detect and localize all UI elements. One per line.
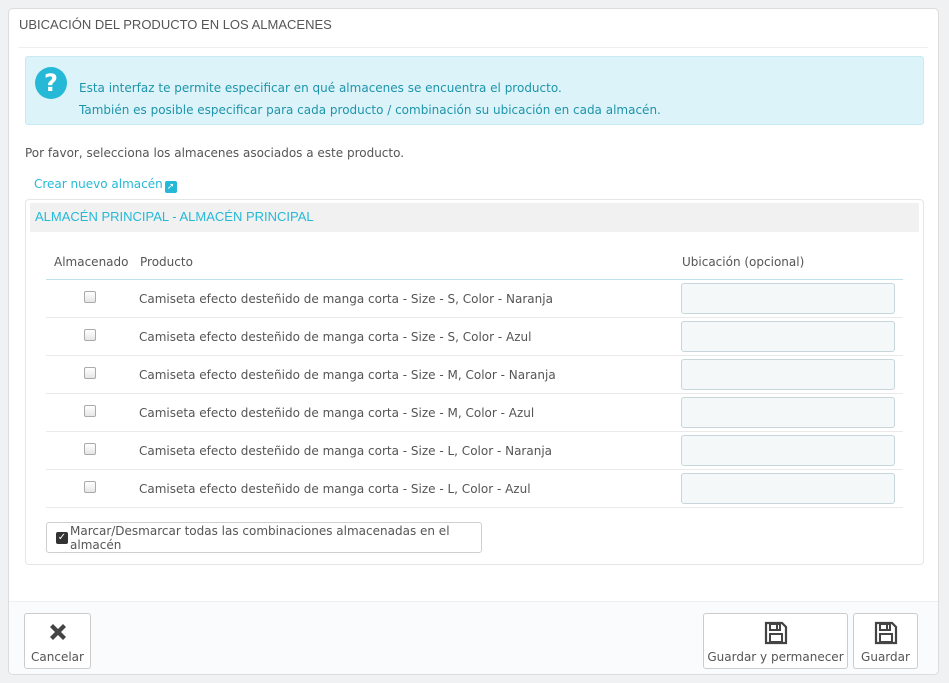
location-input[interactable] (681, 321, 895, 352)
product-name: Camiseta efecto desteñido de manga corta… (139, 406, 535, 420)
stored-checkbox[interactable] (84, 405, 96, 417)
alert-line-2: También es posible especificar para cada… (79, 103, 661, 117)
floppy-disk-icon (854, 621, 917, 648)
external-link-icon: ➚ (164, 181, 177, 193)
product-name: Camiseta efecto desteñido de manga corta… (139, 482, 531, 496)
table-row: Camiseta efecto desteñido de manga corta… (46, 432, 903, 470)
floppy-disk-icon (704, 621, 847, 648)
form-footer: Cancelar Guardar y permanecer Guardar (9, 601, 938, 674)
location-input[interactable] (681, 359, 895, 390)
stored-checkbox[interactable] (84, 367, 96, 379)
stored-checkbox[interactable] (84, 291, 96, 303)
check-square-icon: ✓ (56, 532, 68, 544)
product-name: Camiseta efecto desteñido de manga corta… (139, 292, 553, 306)
column-location: Ubicación (opcional) (682, 255, 805, 269)
table-row: Camiseta efecto desteñido de manga corta… (46, 318, 903, 356)
warehouse-panel: ALMACÉN PRINCIPAL - ALMACÉN PRINCIPAL Al… (25, 199, 924, 565)
toggle-all-label: Marcar/Desmarcar todas las combinaciones… (70, 523, 450, 552)
info-alert: ? Esta interfaz te permite especificar e… (25, 56, 924, 125)
create-warehouse-label: Crear nuevo almacén (34, 177, 163, 191)
warehouse-title: ALMACÉN PRINCIPAL - ALMACÉN PRINCIPAL (30, 203, 919, 232)
location-input[interactable] (681, 397, 895, 428)
intro-text: Por favor, selecciona los almacenes asoc… (25, 146, 405, 160)
location-input[interactable] (681, 435, 895, 466)
stored-checkbox[interactable] (84, 329, 96, 341)
cancel-button[interactable]: Cancelar (24, 613, 91, 669)
create-warehouse-link[interactable]: Crear nuevo almacén ➚ (34, 177, 177, 193)
save-and-stay-button[interactable]: Guardar y permanecer (703, 613, 848, 669)
stored-checkbox[interactable] (84, 481, 96, 493)
save-label: Guardar (861, 650, 910, 664)
location-input[interactable] (681, 283, 895, 314)
column-product: Producto (140, 255, 193, 269)
product-location-panel: UBICACIÓN DEL PRODUCTO EN LOS ALMACENES … (8, 8, 939, 675)
product-name: Camiseta efecto desteñido de manga corta… (139, 368, 556, 382)
alert-line-1: Esta interfaz te permite especificar en … (79, 81, 562, 95)
table-row: Camiseta efecto desteñido de manga corta… (46, 280, 903, 318)
question-circle-icon: ? (35, 67, 67, 99)
save-button[interactable]: Guardar (853, 613, 918, 669)
location-input[interactable] (681, 473, 895, 504)
column-stored: Almacenado (54, 255, 129, 269)
close-icon (25, 621, 90, 646)
table-row: Camiseta efecto desteñido de manga corta… (46, 394, 903, 432)
toggle-all-button[interactable]: ✓ Marcar/Desmarcar todas las combinacion… (46, 522, 482, 553)
table-row: Camiseta efecto desteñido de manga corta… (46, 470, 903, 508)
save-and-stay-label: Guardar y permanecer (707, 650, 844, 664)
table-row: Camiseta efecto desteñido de manga corta… (46, 356, 903, 394)
product-name: Camiseta efecto desteñido de manga corta… (139, 444, 553, 458)
stored-checkbox[interactable] (84, 443, 96, 455)
cancel-label: Cancelar (31, 650, 84, 664)
panel-title: UBICACIÓN DEL PRODUCTO EN LOS ALMACENES (19, 18, 928, 48)
product-name: Camiseta efecto desteñido de manga corta… (139, 330, 532, 344)
